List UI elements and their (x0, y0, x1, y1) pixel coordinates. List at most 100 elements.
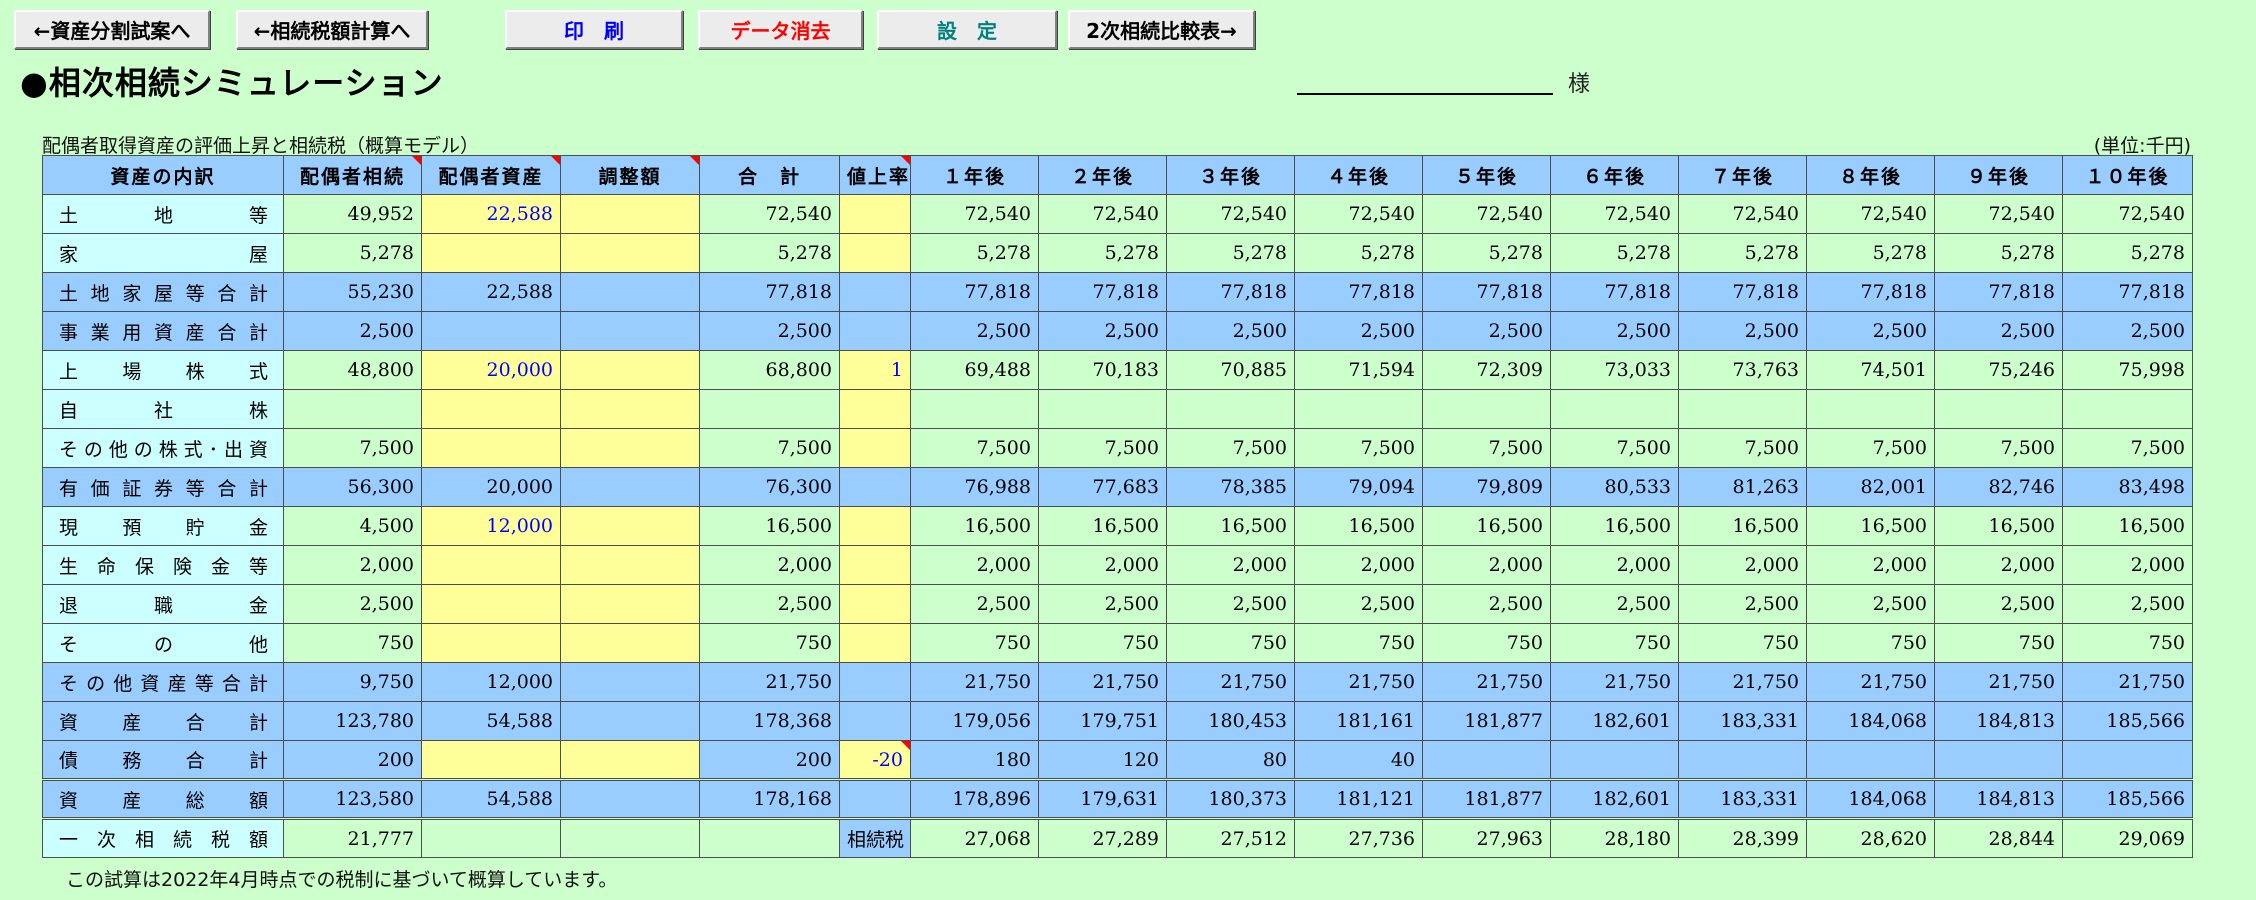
input-cell[interactable] (560, 623, 700, 663)
value-cell: 200 (283, 740, 422, 780)
row-label: 資産合計 (42, 701, 284, 741)
column-header: 配偶者資産 (421, 155, 561, 195)
input-cell[interactable] (421, 233, 561, 273)
value-cell: 750 (1806, 623, 1935, 663)
value-cell: 2,500 (1294, 584, 1423, 624)
input-cell[interactable] (560, 506, 700, 546)
input-cell[interactable] (560, 194, 700, 234)
value-cell (1934, 740, 2063, 780)
settings-button[interactable]: 設 定 (877, 10, 1057, 49)
value-cell: 28,399 (1678, 817, 1807, 858)
value-cell: 16,500 (1038, 506, 1167, 546)
input-cell[interactable]: -20 (839, 740, 911, 780)
value-cell (1806, 740, 1935, 780)
input-cell[interactable] (560, 740, 700, 780)
value-cell: 200 (699, 740, 840, 780)
value-cell: 2,500 (1806, 311, 1935, 351)
column-header: ２年後 (1038, 155, 1167, 195)
client-name-field[interactable] (1297, 93, 1553, 95)
value-cell: 77,818 (910, 272, 1039, 312)
value-cell: 83,498 (2062, 467, 2193, 507)
input-cell[interactable] (560, 584, 700, 624)
value-cell: 74,501 (1806, 350, 1935, 390)
value-cell: 750 (1422, 623, 1551, 663)
value-cell: 72,309 (1422, 350, 1551, 390)
value-cell: 12,000 (421, 662, 561, 702)
value-cell: 750 (1294, 623, 1423, 663)
input-cell[interactable] (839, 389, 911, 429)
value-cell: 27,963 (1422, 817, 1551, 858)
input-cell[interactable] (560, 428, 700, 468)
row-label: 土地家屋等合計 (42, 272, 284, 312)
value-cell: 184,813 (1934, 701, 2063, 741)
value-cell: 184,813 (1934, 778, 2063, 819)
input-cell[interactable] (421, 389, 561, 429)
print-button[interactable]: 印 刷 (505, 10, 683, 49)
value-cell: 22,588 (421, 272, 561, 312)
input-cell[interactable] (560, 389, 700, 429)
value-cell: 72,540 (699, 194, 840, 234)
value-cell: 72,540 (1166, 194, 1295, 234)
back-to-asset-split-button[interactable]: ←資産分割試案へ (14, 10, 210, 49)
value-cell: 54,588 (421, 701, 561, 741)
input-cell[interactable] (839, 428, 911, 468)
input-cell[interactable] (839, 233, 911, 273)
input-cell[interactable] (421, 740, 561, 780)
value-cell: 2,500 (1166, 311, 1295, 351)
column-header: ７年後 (1678, 155, 1807, 195)
value-cell: 16,500 (1678, 506, 1807, 546)
input-cell[interactable]: 22,588 (421, 194, 561, 234)
value-cell (1550, 389, 1679, 429)
value-cell: 82,746 (1934, 467, 2063, 507)
table-row: 土地等 49,952 22,588 72,540 72,540 72,540 72,540 7… (42, 194, 2193, 234)
input-cell[interactable] (839, 506, 911, 546)
input-cell[interactable]: 20,000 (421, 350, 561, 390)
input-cell[interactable] (560, 233, 700, 273)
value-cell: 72,540 (1806, 194, 1935, 234)
value-cell: 72,540 (1678, 194, 1807, 234)
input-cell[interactable] (421, 545, 561, 585)
value-cell: 7,500 (910, 428, 1039, 468)
value-cell: 40 (1294, 740, 1423, 780)
column-header: ３年後 (1166, 155, 1295, 195)
value-cell: 5,278 (1550, 233, 1679, 273)
value-cell: 49,952 (283, 194, 422, 234)
value-cell: 28,180 (1550, 817, 1679, 858)
value-cell: 4,500 (283, 506, 422, 546)
value-cell: 80 (1166, 740, 1295, 780)
value-cell: 73,763 (1678, 350, 1807, 390)
input-cell[interactable] (839, 584, 911, 624)
value-cell: 68,800 (699, 350, 840, 390)
input-cell[interactable] (839, 623, 911, 663)
value-cell: 750 (699, 623, 840, 663)
input-cell[interactable] (560, 545, 700, 585)
column-header: ９年後 (1934, 155, 2063, 195)
input-cell[interactable] (421, 428, 561, 468)
input-cell[interactable]: 1 (839, 350, 911, 390)
input-cell[interactable] (560, 350, 700, 390)
value-cell: 5,278 (283, 233, 422, 273)
table-row: 自社株 (42, 389, 2193, 429)
input-cell[interactable] (839, 194, 911, 234)
value-cell: 79,094 (1294, 467, 1423, 507)
back-to-tax-calc-button[interactable]: ←相続税額計算へ (236, 10, 428, 49)
value-cell: 2,000 (910, 545, 1039, 585)
input-cell[interactable] (421, 584, 561, 624)
value-cell: 120 (1038, 740, 1167, 780)
value-cell: 750 (2062, 623, 2193, 663)
value-cell: 72,540 (1934, 194, 2063, 234)
value-cell: 16,500 (910, 506, 1039, 546)
row-label: その他資産等合計 (42, 662, 284, 702)
table-row: 土地家屋等合計 55,230 22,588 77,818 77,818 77,818 77,… (42, 272, 2193, 312)
value-cell (1806, 389, 1935, 429)
secondary-inheritance-compare-button[interactable]: 2次相続比較表→ (1068, 10, 1255, 49)
value-cell: 750 (910, 623, 1039, 663)
input-cell[interactable] (839, 545, 911, 585)
row-label: その他の株式･出資 (42, 428, 284, 468)
value-cell: 181,161 (1294, 701, 1423, 741)
input-cell[interactable]: 12,000 (421, 506, 561, 546)
value-cell: 21,750 (1934, 662, 2063, 702)
input-cell[interactable] (421, 623, 561, 663)
clear-data-button[interactable]: データ消去 (698, 10, 863, 49)
value-cell: 178,368 (699, 701, 840, 741)
